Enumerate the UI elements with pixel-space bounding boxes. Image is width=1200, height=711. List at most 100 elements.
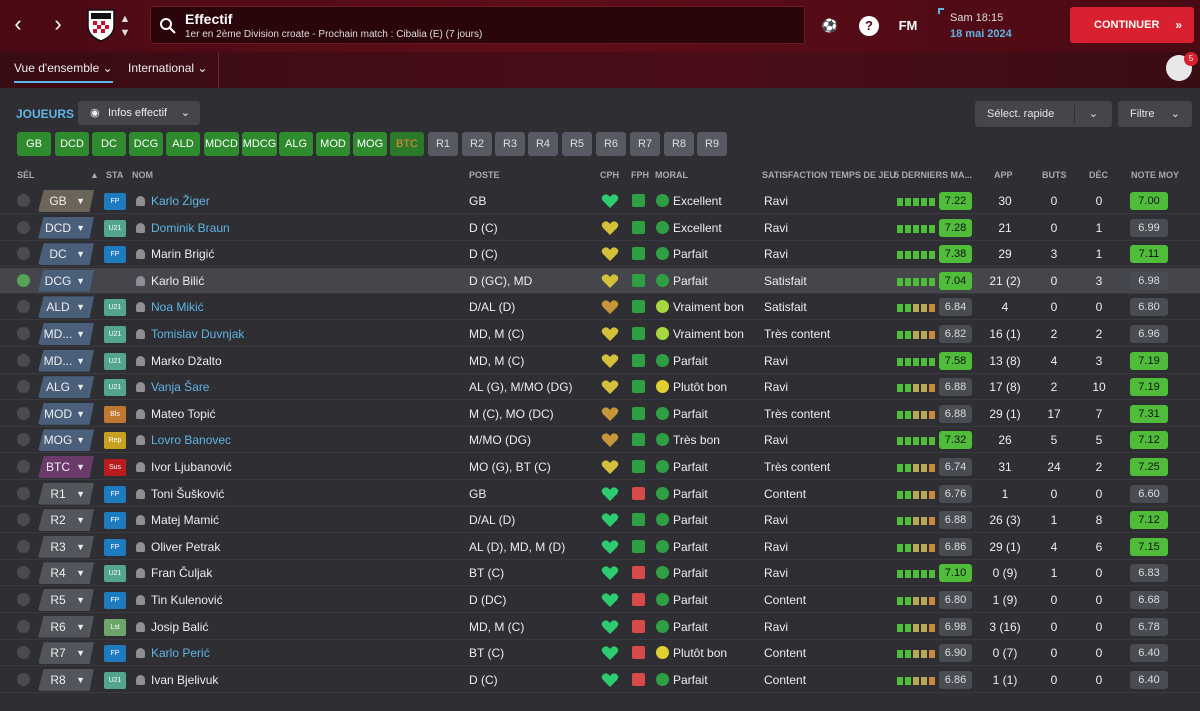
title-search-box[interactable]: Effectif 1er en 2ème Division croate - P… xyxy=(150,6,805,44)
chip-dc[interactable]: DC xyxy=(92,132,126,156)
table-row[interactable]: GB ▼ FP Karlo Žiger GB Excellent Ravi 7.2… xyxy=(0,188,1200,214)
back-arrow-icon[interactable]: ‹ xyxy=(6,12,30,36)
position-slot-dropdown[interactable]: R8 ▼ xyxy=(38,668,94,691)
help-icon[interactable]: ? xyxy=(859,16,879,36)
col-moral[interactable]: MORAL xyxy=(655,170,688,180)
table-row[interactable]: MOG ▼ Rep Lovro Banovec M/MO (DG) Très bo… xyxy=(0,427,1200,454)
chip-mdcd[interactable]: MDCD xyxy=(204,132,239,156)
position-slot-dropdown[interactable]: BTC ▼ xyxy=(38,456,94,478)
select-checkbox[interactable] xyxy=(17,672,30,686)
chip-r6[interactable]: R6 xyxy=(596,132,626,156)
player-name[interactable]: Fran Čuljak xyxy=(151,566,212,580)
chip-r8[interactable]: R8 xyxy=(664,132,694,156)
table-row[interactable]: R1 ▼ FP Toni Šušković GB Parfait Content … xyxy=(0,481,1200,507)
chip-dcg[interactable]: DCG xyxy=(129,132,163,156)
player-name[interactable]: Lovro Banovec xyxy=(151,433,231,447)
player-name[interactable]: Mateo Topić xyxy=(151,407,215,421)
player-name[interactable]: Oliver Petrak xyxy=(151,540,220,554)
select-checkbox[interactable] xyxy=(17,593,30,606)
player-name[interactable]: Toni Šušković xyxy=(151,487,224,501)
col-sta[interactable]: STA xyxy=(106,170,123,180)
select-checkbox[interactable] xyxy=(17,247,30,261)
table-row[interactable]: R2 ▼ FP Matej Mamić D/AL (D) Parfait Ravi… xyxy=(0,507,1200,534)
select-checkbox[interactable] xyxy=(17,194,30,207)
table-row[interactable]: MOD ▼ Bls Mateo Topić M (C), MO (DC) Parf… xyxy=(0,401,1200,427)
table-row[interactable]: R5 ▼ FP Tin Kulenović D (DC) Parfait Cont… xyxy=(0,587,1200,613)
position-slot-dropdown[interactable]: MOD ▼ xyxy=(38,402,94,425)
table-row[interactable]: MD... ▼ U21 Marko Džalto MD, M (C) Parfai… xyxy=(0,348,1200,374)
position-slot-dropdown[interactable]: R6 ▼ xyxy=(38,615,94,638)
player-name[interactable]: Karlo Žiger xyxy=(151,194,210,208)
position-slot-dropdown[interactable]: R5 ▼ xyxy=(38,589,94,611)
col-name[interactable]: NOM xyxy=(132,170,153,180)
sort-up-icon[interactable]: ▲ xyxy=(90,170,99,180)
fm-menu-button[interactable]: FM xyxy=(896,14,920,38)
position-slot-dropdown[interactable]: DCD ▼ xyxy=(38,216,94,239)
player-name[interactable]: Tin Kulenović xyxy=(151,593,223,607)
chip-r4[interactable]: R4 xyxy=(528,132,558,156)
chip-r9[interactable]: R9 xyxy=(697,132,727,156)
table-row[interactable]: MD... ▼ U21 Tomislav Duvnjak MD, M (C) Vr… xyxy=(0,321,1200,347)
table-row[interactable]: R7 ▼ FP Karlo Perić BT (C) Plutôt bon Con… xyxy=(0,640,1200,667)
table-row[interactable]: DCG ▼ Karlo Bilić D (GC), MD Parfait Sati… xyxy=(0,267,1200,294)
position-slot-dropdown[interactable]: R2 ▼ xyxy=(38,509,94,532)
select-checkbox[interactable] xyxy=(17,380,30,394)
position-slot-dropdown[interactable]: ALG ▼ xyxy=(38,376,94,399)
player-name[interactable]: Noa Mikić xyxy=(151,300,204,314)
select-checkbox[interactable] xyxy=(17,353,30,367)
table-row[interactable]: R4 ▼ U21 Fran Čuljak BT (C) Parfait Ravi … xyxy=(0,560,1200,587)
table-row[interactable]: R8 ▼ U21 Ivan Bjelivuk D (C) Parfait Cont… xyxy=(0,667,1200,693)
select-checkbox[interactable] xyxy=(17,619,30,633)
col-position[interactable]: POSTE xyxy=(469,170,500,180)
col-app[interactable]: APP xyxy=(994,170,1013,180)
chip-mdcg[interactable]: MDCG xyxy=(242,132,277,156)
player-name[interactable]: Tomislav Duvnjak xyxy=(151,327,244,341)
position-slot-dropdown[interactable]: ALD ▼ xyxy=(38,296,94,319)
select-checkbox[interactable] xyxy=(17,513,30,527)
select-checkbox[interactable] xyxy=(17,646,30,660)
select-checkbox[interactable] xyxy=(17,406,30,420)
chip-r3[interactable]: R3 xyxy=(495,132,525,156)
select-checkbox[interactable] xyxy=(17,327,30,340)
player-name[interactable]: Karlo Bilić xyxy=(151,274,204,288)
select-checkbox[interactable] xyxy=(17,273,30,287)
position-slot-dropdown[interactable]: R4 ▼ xyxy=(38,562,94,585)
chip-mod[interactable]: MOD xyxy=(316,132,350,156)
player-name[interactable]: Matej Mamić xyxy=(151,513,219,527)
select-checkbox[interactable] xyxy=(17,566,30,580)
col-sel[interactable]: SÉL xyxy=(17,170,35,180)
select-checkbox[interactable] xyxy=(17,539,30,553)
chip-r1[interactable]: R1 xyxy=(428,132,458,156)
player-name[interactable]: Karlo Perić xyxy=(151,646,210,660)
table-row[interactable]: ALG ▼ U21 Vanja Šare AL (G), M/MO (DG) Pl… xyxy=(0,374,1200,401)
position-slot-dropdown[interactable]: MOG ▼ xyxy=(38,429,94,452)
chip-btc[interactable]: BTC xyxy=(390,132,424,156)
col-satisfaction[interactable]: SATISFACTION TEMPS DE JEU xyxy=(762,170,896,180)
col-buts[interactable]: BUTS xyxy=(1042,170,1067,180)
select-checkbox[interactable] xyxy=(17,460,30,473)
tab-international[interactable]: International ⌄ xyxy=(128,61,207,75)
position-slot-dropdown[interactable]: DC ▼ xyxy=(38,243,94,266)
chip-r5[interactable]: R5 xyxy=(562,132,592,156)
position-slot-dropdown[interactable]: MD... ▼ xyxy=(38,323,94,345)
chip-alg[interactable]: ALG xyxy=(279,132,313,156)
player-name[interactable]: Marko Džalto xyxy=(151,354,222,368)
forward-arrow-icon[interactable]: › xyxy=(46,12,70,36)
football-icon[interactable]: ⚽ xyxy=(818,14,842,38)
player-name[interactable]: Ivor Ljubanović xyxy=(151,460,232,474)
club-crest-icon[interactable] xyxy=(86,8,116,42)
table-row[interactable]: DC ▼ FP Marin Brigić D (C) Parfait Ravi 7… xyxy=(0,241,1200,268)
player-name[interactable]: Dominik Braun xyxy=(151,221,230,235)
position-slot-dropdown[interactable]: DCG ▼ xyxy=(38,269,94,292)
table-row[interactable]: R3 ▼ FP Oliver Petrak AL (D), MD, M (D) P… xyxy=(0,534,1200,560)
table-row[interactable]: BTC ▼ Sus Ivor Ljubanović MO (G), BT (C) … xyxy=(0,454,1200,480)
position-slot-dropdown[interactable]: R3 ▼ xyxy=(38,535,94,558)
table-row[interactable]: DCD ▼ U21 Dominik Braun D (C) Excellent R… xyxy=(0,215,1200,241)
position-slot-dropdown[interactable]: MD... ▼ xyxy=(38,349,94,372)
chip-ald[interactable]: ALD xyxy=(166,132,200,156)
col-fph[interactable]: FPH xyxy=(631,170,649,180)
select-checkbox[interactable] xyxy=(17,433,30,447)
tab-overview[interactable]: Vue d'ensemble ⌄ xyxy=(14,61,113,83)
position-slot-dropdown[interactable]: R7 ▼ xyxy=(38,642,94,665)
player-name[interactable]: Josip Balić xyxy=(151,620,208,634)
